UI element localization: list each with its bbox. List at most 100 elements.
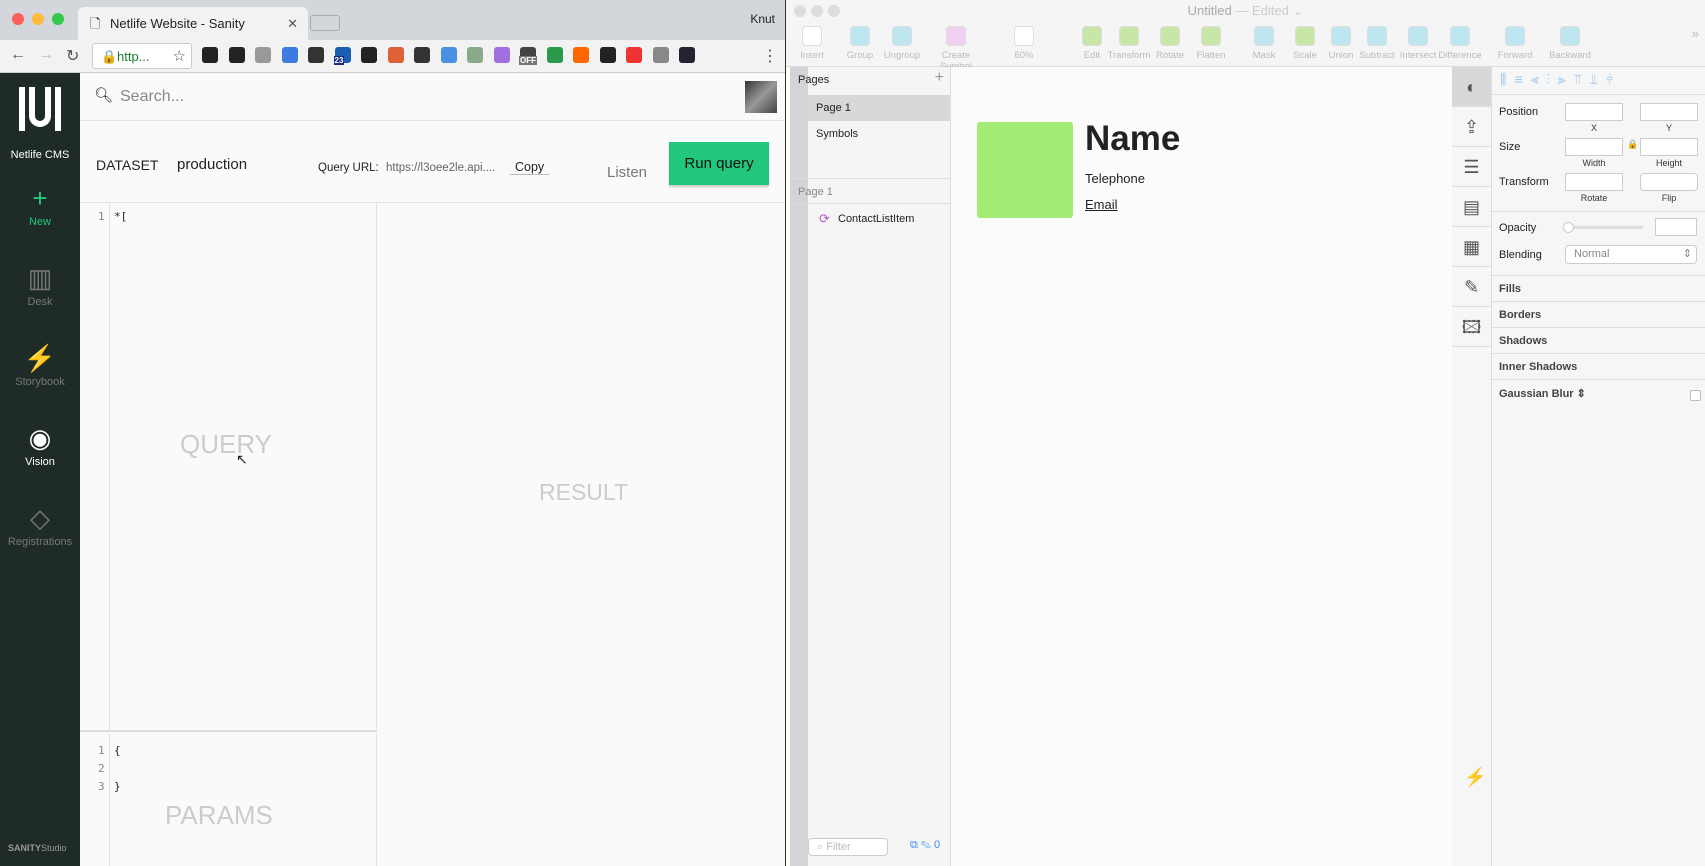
query-text[interactable]: *[: [114, 210, 127, 223]
query-url[interactable]: https://l3oee2le.api....: [386, 162, 495, 174]
width-input[interactable]: [1565, 138, 1623, 156]
github-icon[interactable]: [202, 47, 218, 63]
reload-icon[interactable]: ↻: [66, 46, 79, 66]
nav-label: Registrations: [7, 536, 73, 548]
back-icon[interactable]: ←: [10, 46, 26, 64]
extension-icon[interactable]: [255, 47, 271, 63]
github-icon[interactable]: [414, 47, 430, 63]
query-editor[interactable]: 1 *[ QUERY ↖: [80, 203, 377, 732]
page-item[interactable]: Page 1: [808, 95, 950, 121]
tool-ungroup[interactable]: Ungroup: [876, 26, 928, 61]
nav-label: Vision: [25, 456, 55, 468]
nav-vision[interactable]: ◉ Vision: [0, 423, 80, 468]
section-3[interactable]: Inner Shadows: [1492, 353, 1705, 379]
profile-name[interactable]: Knut: [750, 12, 775, 26]
new-tab-button[interactable]: [310, 15, 340, 31]
name-text[interactable]: Name: [1085, 119, 1180, 159]
section-4[interactable]: Gaussian Blur ⇕: [1492, 379, 1705, 405]
section-0[interactable]: Fills: [1492, 275, 1705, 301]
search-bar[interactable]: 🔍︎ Search...: [80, 73, 785, 121]
text-layout-icon[interactable]: ▤: [1452, 187, 1491, 227]
lightning-icon[interactable]: ⚡: [1464, 767, 1486, 788]
section-1[interactable]: Borders: [1492, 301, 1705, 327]
align-toolbar[interactable]: ⫼≡⫷⫶⫸⫪⫫⫩: [1492, 67, 1705, 95]
export-icon[interactable]: ⇪: [1452, 107, 1491, 147]
tool-create-symbol[interactable]: Create Symbol: [930, 26, 982, 72]
avatar[interactable]: [745, 81, 777, 113]
nav-storybook[interactable]: ⚡ Storybook: [0, 343, 80, 388]
instapaper-icon[interactable]: [228, 47, 245, 63]
more-tools-icon[interactable]: »: [1692, 26, 1699, 41]
menu-icon[interactable]: ⋮: [762, 46, 778, 66]
email-text[interactable]: Email: [1085, 197, 1118, 212]
rotate-input[interactable]: [1565, 173, 1623, 191]
tool-flatten[interactable]: Flatten: [1185, 26, 1237, 61]
tool-difference[interactable]: Difference: [1434, 26, 1486, 61]
tool-insert[interactable]: Insert: [786, 26, 838, 61]
telephone-text[interactable]: Telephone: [1085, 171, 1145, 186]
dataset-select[interactable]: production: [177, 156, 247, 173]
run-query-button[interactable]: Run query: [669, 142, 769, 185]
params-editor[interactable]: 1 2 3 {} PARAMS: [80, 734, 377, 866]
search-input[interactable]: Search...: [120, 88, 184, 106]
nav-desk[interactable]: ▥ Desk: [0, 263, 80, 308]
edited-count[interactable]: ⧉ ✎ 0: [910, 839, 940, 852]
tool-60-[interactable]: 60%: [998, 26, 1050, 61]
avatar-placeholder[interactable]: [977, 122, 1073, 218]
inspect-icon[interactable]: [652, 47, 669, 63]
minimize-window-button[interactable]: [32, 13, 44, 25]
address-bar[interactable]: 🔒 http... ☆: [92, 43, 192, 69]
opacity-slider[interactable]: [1563, 222, 1643, 233]
grid-icon[interactable]: ▦: [1452, 227, 1491, 267]
height-input[interactable]: [1640, 138, 1698, 156]
colors-icon[interactable]: [626, 47, 642, 63]
extension-icon[interactable]: [546, 47, 563, 63]
nav-new[interactable]: + New: [0, 183, 80, 228]
opacity-input[interactable]: [1655, 218, 1697, 236]
flip-control[interactable]: [1640, 173, 1698, 191]
forward-icon[interactable]: →: [38, 46, 54, 64]
badge-23-icon[interactable]: 23: [333, 47, 351, 65]
nav-registrations[interactable]: ◇ Registrations: [0, 503, 80, 548]
height-label: Height: [1655, 158, 1682, 168]
extension-icon[interactable]: [440, 47, 457, 63]
section-2[interactable]: Shadows: [1492, 327, 1705, 353]
star-icon[interactable]: ☆: [173, 47, 186, 65]
y-input[interactable]: [1640, 103, 1698, 121]
blending-select[interactable]: Normal ⇕: [1565, 245, 1697, 264]
panda-icon[interactable]: [361, 47, 377, 63]
layer-stack-icon[interactable]: ☰: [1452, 147, 1491, 187]
symbol-toggle-icon[interactable]: ◐: [1452, 67, 1491, 107]
lock-icon[interactable]: 🔒: [1627, 139, 1638, 150]
tool-backward[interactable]: Backward: [1544, 26, 1596, 61]
x-input[interactable]: [1565, 103, 1623, 121]
js-icon[interactable]: [467, 47, 483, 63]
extension-icon[interactable]: [573, 47, 589, 63]
filter-input[interactable]: ⌕ Filter: [808, 838, 888, 856]
listen-button[interactable]: Listen: [607, 164, 647, 181]
off-icon[interactable]: OFF: [519, 47, 537, 65]
lighthouse-icon[interactable]: [281, 47, 298, 63]
canvas[interactable]: Name Telephone Email: [951, 67, 1452, 866]
browser-tab[interactable]: 🗋 Netlife Website - Sanity ✕: [78, 7, 308, 40]
add-page-icon[interactable]: +: [935, 69, 944, 87]
edit-shape-icon[interactable]: ✎: [1452, 267, 1491, 307]
extension-icon[interactable]: [493, 47, 510, 63]
tool-forward[interactable]: Forward: [1489, 26, 1541, 61]
slider-thumb[interactable]: [1563, 222, 1574, 233]
tool-icon: [1014, 26, 1034, 46]
add-image-icon[interactable]: 🖾: [1452, 307, 1491, 347]
onepassword-icon[interactable]: [308, 47, 324, 63]
react-icon[interactable]: [679, 47, 695, 63]
layer-item[interactable]: ContactListItem: [838, 213, 914, 225]
zoom-window-button[interactable]: [52, 13, 64, 25]
tool-label: 60%: [1014, 50, 1034, 61]
tool-icon: [1367, 26, 1387, 46]
close-tab-icon[interactable]: ✕: [287, 16, 298, 32]
extension-icon[interactable]: [599, 47, 616, 63]
close-window-button[interactable]: [12, 13, 24, 25]
copy-button[interactable]: Copy: [510, 160, 550, 175]
page-item[interactable]: Symbols: [808, 121, 950, 147]
gaussian-blur-checkbox[interactable]: [1690, 390, 1701, 401]
color-icon[interactable]: [387, 47, 404, 63]
